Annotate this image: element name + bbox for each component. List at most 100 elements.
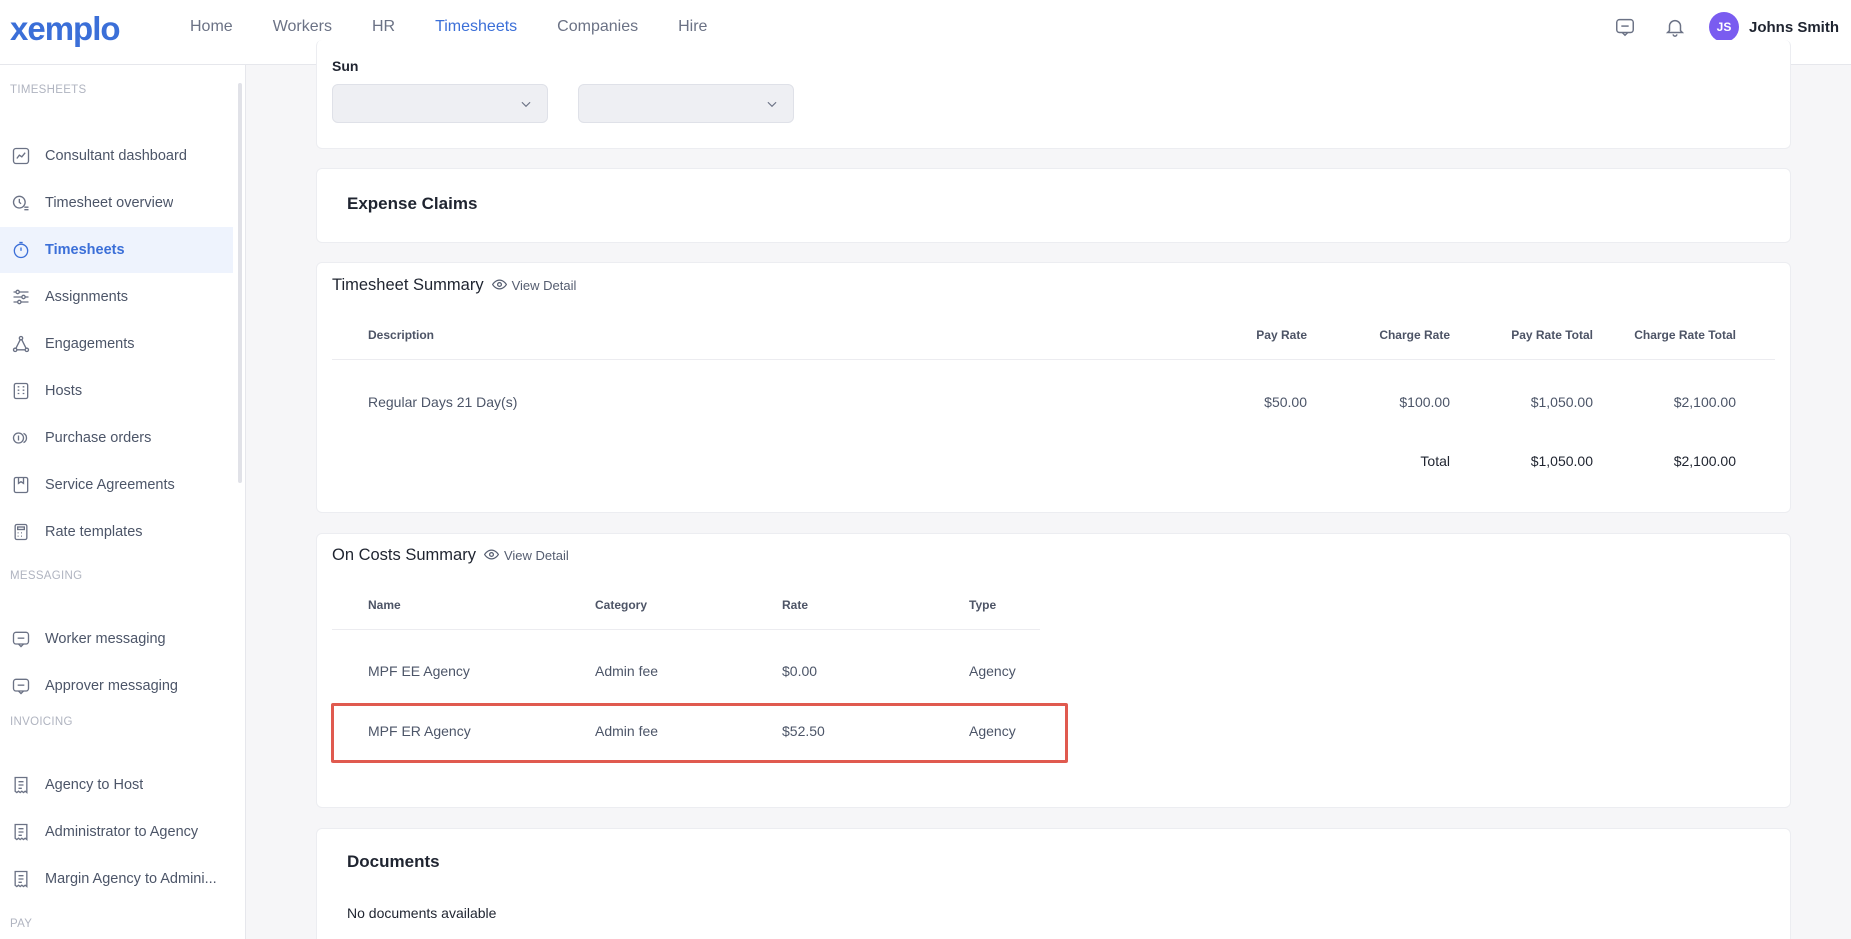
building-icon: [10, 380, 32, 402]
sidebar-item-label: Agency to Host: [45, 777, 144, 793]
oncosts-summary-header: On Costs Summary View Detail: [332, 546, 569, 565]
cell-pay-rate-total: $1,050.00: [1530, 394, 1593, 410]
end-time-select[interactable]: [578, 84, 794, 123]
section-timesheets: TIMESHEETS: [10, 84, 87, 96]
sidebar-item-label: Rate templates: [45, 524, 143, 540]
chart-icon: [10, 145, 32, 167]
sidebar-item-rate-templates[interactable]: Rate templates: [0, 509, 233, 555]
sidebar-item-label: Purchase orders: [45, 430, 152, 446]
cell-pay-rate: $50.00: [1264, 394, 1307, 410]
cell-rate: $0.00: [782, 663, 818, 679]
bookmark-icon: [10, 474, 32, 496]
start-time-select[interactable]: [332, 84, 548, 123]
timesheet-summary-card: [316, 262, 1791, 513]
documents-empty-text: No documents available: [347, 905, 497, 921]
day-label-sun: Sun: [332, 58, 359, 74]
col-pay-rate-total: Pay Rate Total: [1511, 328, 1593, 342]
table-divider: [332, 629, 1040, 630]
sidebar-item-administrator-to-agency[interactable]: Administrator to Agency: [0, 809, 233, 855]
total-charge: $2,100.00: [1673, 453, 1736, 469]
cell-type: Agency: [969, 663, 1016, 679]
receipt-icon: [10, 868, 32, 890]
highlight-box: [331, 703, 1068, 763]
expense-claims-title: Expense Claims: [347, 194, 478, 213]
col-name: Name: [368, 598, 401, 612]
chat-icon[interactable]: [1609, 11, 1641, 43]
sidebar-item-label: Margin Agency to Admini...: [45, 871, 217, 887]
col-charge-rate-total: Charge Rate Total: [1634, 328, 1736, 342]
total-label: Total: [1420, 453, 1450, 469]
sidebar-item-label: Timesheet overview: [45, 195, 174, 211]
sidebar-item-label: Timesheets: [45, 242, 125, 258]
chevron-down-icon: [765, 97, 779, 116]
col-charge-rate: Charge Rate: [1379, 328, 1450, 342]
brand-logo[interactable]: xemplo: [10, 10, 121, 48]
cell-name: MPF EE Agency: [368, 663, 470, 679]
nav-home[interactable]: Home: [170, 0, 253, 65]
sidebar-item-label: Administrator to Agency: [45, 824, 199, 840]
sidebar-item-timesheets[interactable]: Timesheets: [0, 227, 233, 273]
sidebar-item-purchase-orders[interactable]: Purchase orders: [0, 415, 233, 461]
bell-icon[interactable]: [1659, 11, 1691, 43]
cell-charge-rate: $100.00: [1399, 394, 1450, 410]
sidebar-item-label: Approver messaging: [45, 678, 178, 694]
col-pay-rate: Pay Rate: [1256, 328, 1307, 342]
cell-charge-rate-total: $2,100.00: [1673, 394, 1736, 410]
sidebar-item-label: Assignments: [45, 289, 129, 305]
table-divider: [332, 359, 1775, 360]
oncosts-view-detail-link[interactable]: View Detail: [483, 547, 569, 565]
sidebar-item-label: Worker messaging: [45, 631, 166, 647]
col-type: Type: [969, 598, 997, 612]
section-pay: PAY: [10, 918, 33, 930]
cell-category: Admin fee: [595, 663, 659, 679]
coins-icon: [10, 427, 32, 449]
documents-title: Documents: [347, 852, 440, 871]
timesheet-summary-title: Timesheet Summary: [332, 276, 484, 294]
sidebar-item-service-agreements[interactable]: Service Agreements: [0, 462, 233, 508]
oncosts-summary-card: [316, 533, 1791, 808]
sidebar-item-label: Consultant dashboard: [45, 148, 187, 164]
timesheet-summary-header: Timesheet Summary View Detail: [332, 276, 576, 295]
stopwatch-icon: [10, 239, 32, 261]
chevron-down-icon: [519, 97, 533, 116]
sidebar-item-engagements[interactable]: Engagements: [0, 321, 233, 367]
view-detail-label: View Detail: [511, 278, 577, 293]
message-icon: [10, 628, 32, 650]
receipt-icon: [10, 774, 32, 796]
message-icon: [10, 675, 32, 697]
sidebar-item-agency-to-host[interactable]: Agency to Host: [0, 762, 233, 808]
user-area: JS Johns Smith: [1609, 12, 1839, 42]
user-name[interactable]: Johns Smith: [1749, 19, 1839, 36]
sidebar-item-label: Engagements: [45, 336, 135, 352]
sidebar-item-margin-agency[interactable]: Margin Agency to Admini...: [0, 856, 233, 902]
sidebar-item-timesheet-overview[interactable]: Timesheet overview: [0, 180, 233, 226]
sliders-icon: [10, 286, 32, 308]
col-category: Category: [595, 598, 648, 612]
total-pay: $1,050.00: [1530, 453, 1593, 469]
sidebar-item-hosts[interactable]: Hosts: [0, 368, 233, 414]
sidebar-item-worker-messaging[interactable]: Worker messaging: [0, 616, 233, 662]
view-detail-label: View Detail: [503, 548, 569, 563]
sidebar: TIMESHEETS Consultant dashboard Timeshee…: [0, 65, 246, 939]
eye-icon: [483, 547, 500, 565]
col-rate: Rate: [782, 598, 809, 612]
sidebar-item-label: Service Agreements: [45, 477, 175, 493]
timesheet-view-detail-link[interactable]: View Detail: [491, 277, 577, 295]
section-invoicing: INVOICING: [10, 716, 73, 728]
sidebar-item-consultant-dashboard[interactable]: Consultant dashboard: [0, 133, 233, 179]
receipt-icon: [10, 821, 32, 843]
section-messaging: MESSAGING: [10, 570, 83, 582]
calculator-icon: [10, 521, 32, 543]
eye-icon: [491, 277, 507, 295]
sidebar-scrollbar[interactable]: [238, 83, 242, 483]
expense-claims-card: [316, 168, 1791, 243]
documents-card: [316, 828, 1791, 939]
avatar[interactable]: JS: [1708, 12, 1739, 42]
clock-list-icon: [10, 192, 32, 214]
col-description: Description: [368, 328, 435, 342]
sidebar-item-assignments[interactable]: Assignments: [0, 274, 233, 320]
cell-description: Regular Days 21 Day(s): [368, 394, 518, 410]
oncosts-summary-title: On Costs Summary: [332, 546, 476, 564]
network-icon: [10, 333, 32, 355]
sidebar-item-approver-messaging[interactable]: Approver messaging: [0, 663, 233, 709]
